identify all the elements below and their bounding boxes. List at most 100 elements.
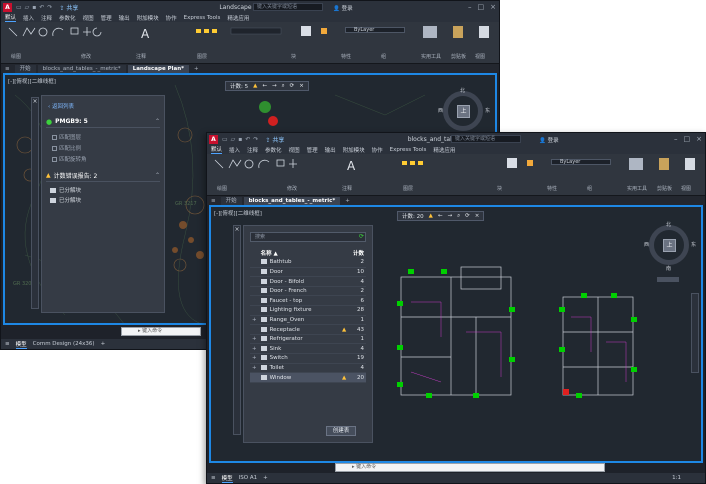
file-tab[interactable]: blocks_and_tables_-_metric* [243, 196, 341, 205]
layout-tab[interactable]: 模型 [221, 474, 233, 483]
viewport-label[interactable]: [-][俯视][二维线框] [214, 209, 262, 217]
palette-search-input[interactable]: 搜索 [250, 232, 366, 242]
palette-side-bar[interactable]: × [31, 97, 39, 309]
ribbon-tab[interactable]: 协作 [166, 14, 177, 22]
layout-tab[interactable]: ISO A1 [239, 475, 257, 481]
menu-icon[interactable]: ≡ [211, 198, 216, 204]
table-row[interactable]: + Range_Oven 1 [250, 315, 366, 326]
viewport-label[interactable]: [-][俯视][二维线框] [8, 77, 56, 85]
autocad-logo-icon[interactable]: A [3, 2, 12, 12]
ribbon-group-label[interactable]: 组 [587, 185, 592, 192]
ribbon-tab[interactable]: 视图 [83, 14, 94, 22]
ribbon-tab[interactable]: 附加模块 [343, 146, 365, 154]
ribbon-tab[interactable]: 默认 [5, 13, 17, 22]
ribbon-group-label[interactable]: 修改 [287, 185, 297, 192]
warning-icon[interactable]: ▲ [253, 83, 257, 89]
layer-dropdown[interactable]: ByLayer [345, 27, 405, 33]
match-option[interactable]: 匹配旋转角 [52, 155, 87, 166]
refresh-icon[interactable]: ⟳ [290, 83, 295, 89]
view-cube[interactable]: 上 [649, 225, 689, 265]
file-tab[interactable]: blocks_and_tables_-_metric* [37, 64, 126, 73]
minimize-icon[interactable]: – [468, 3, 472, 11]
ribbon-group-label[interactable]: 特性 [341, 53, 351, 60]
table-row[interactable]: Door - Bifold 4 [250, 276, 366, 287]
ribbon-group-label[interactable]: 实用工具 [627, 185, 647, 192]
compass-north[interactable]: 北 [666, 221, 671, 228]
new-layout-icon[interactable]: + [101, 341, 106, 347]
column-header-name[interactable]: 名称 ▲ [259, 248, 340, 258]
login-button[interactable]: 👤 登录 [333, 4, 353, 12]
ribbon-group-label[interactable]: 实用工具 [421, 53, 441, 60]
view-cube-top[interactable]: 上 [663, 239, 676, 252]
minimize-icon[interactable]: – [674, 135, 678, 143]
close-icon[interactable]: × [696, 135, 702, 143]
ribbon-group-label[interactable]: 视图 [681, 185, 691, 192]
zoom-icon[interactable]: ⌕ [457, 213, 460, 220]
table-row[interactable]: Lighting fixture 28 [250, 305, 366, 316]
table-row[interactable]: Window ▲ 20 [250, 372, 366, 383]
menu-icon[interactable]: ≡ [5, 341, 10, 347]
undo-icon[interactable]: ↶ [245, 136, 250, 143]
undo-icon[interactable]: ↶ [39, 4, 44, 11]
ribbon-tab[interactable]: 附加模块 [137, 14, 159, 22]
view-cube-top[interactable]: 上 [457, 105, 470, 118]
prev-arrow-icon[interactable]: ← [438, 213, 443, 219]
ribbon-tab[interactable]: 协作 [372, 146, 383, 154]
command-line-input[interactable]: ▸ 键入命令 [335, 463, 605, 472]
open-icon[interactable]: ▱ [25, 4, 30, 11]
ribbon-tab[interactable]: Express Tools [184, 15, 221, 21]
table-row[interactable]: + Sink 4 [250, 343, 366, 355]
save-icon[interactable]: ▪ [238, 136, 242, 143]
ribbon-tab[interactable]: Express Tools [390, 147, 427, 153]
search-input[interactable]: 键入关键字或短语 [451, 135, 521, 143]
table-row[interactable]: Bathtub 2 [250, 257, 366, 268]
table-row[interactable]: Faucet - top 6 [250, 295, 366, 307]
issue-item[interactable]: 已分解块 [50, 196, 81, 206]
warning-icon[interactable]: ▲ [342, 375, 346, 381]
table-row[interactable]: Receptacle ▲ 43 [250, 324, 366, 335]
redo-icon[interactable]: ↷ [47, 4, 52, 11]
issue-item[interactable]: 已分解块 [50, 186, 81, 196]
ribbon-group-label[interactable]: 绘图 [11, 53, 21, 60]
back-to-list-link[interactable]: ‹ 返回列表 [48, 102, 74, 110]
refresh-icon[interactable]: ⟳ [465, 213, 470, 219]
ribbon-group-label[interactable]: 块 [291, 53, 296, 60]
compass-west[interactable]: 西 [644, 241, 649, 248]
ribbon-tab[interactable]: 参数化 [265, 146, 282, 154]
ribbon-tab[interactable]: 精选应用 [433, 146, 455, 154]
ribbon-group-label[interactable]: 特性 [547, 185, 557, 192]
expand-icon[interactable]: + [252, 365, 257, 371]
expand-icon[interactable]: + [252, 346, 257, 352]
expand-icon[interactable]: + [252, 317, 257, 323]
compass-east[interactable]: 东 [485, 107, 490, 114]
ribbon-group-label[interactable]: 块 [497, 185, 502, 192]
wcs-dropdown[interactable] [657, 277, 679, 282]
navigation-bar[interactable] [691, 293, 699, 373]
file-tab[interactable]: 开始 [14, 64, 36, 73]
ribbon-tab[interactable]: 输出 [325, 146, 336, 154]
warning-icon[interactable]: ▲ [342, 327, 346, 333]
ribbon-tab[interactable]: 插入 [23, 14, 34, 22]
next-arrow-icon[interactable]: → [272, 83, 277, 89]
zoom-icon[interactable]: ⌕ [282, 83, 285, 90]
ribbon-group-label[interactable]: 图层 [403, 185, 413, 192]
ribbon-group-label[interactable]: 剪贴板 [657, 185, 672, 192]
layout-tab[interactable]: 模型 [15, 340, 27, 349]
table-row[interactable]: + Toilet 4 [250, 363, 366, 374]
ribbon-group-label[interactable]: 图层 [197, 53, 207, 60]
column-header-count[interactable]: 计数 [350, 248, 366, 258]
close-icon[interactable]: × [234, 226, 240, 233]
compass-north[interactable]: 北 [460, 87, 465, 94]
ribbon-tab[interactable]: 视图 [289, 146, 300, 154]
file-tab[interactable]: 开始 [220, 196, 242, 205]
match-option[interactable]: 匹配比例 [52, 144, 87, 155]
table-row[interactable]: + Refrigerator 1 [250, 334, 366, 345]
compass-south[interactable]: 南 [666, 265, 671, 272]
warning-icon[interactable]: ▲ [429, 213, 433, 219]
ribbon-tab[interactable]: 注释 [247, 146, 258, 154]
annotation-scale[interactable]: 1:1 [672, 475, 681, 481]
prev-arrow-icon[interactable]: ← [262, 83, 267, 89]
close-icon[interactable]: × [32, 98, 38, 105]
save-icon[interactable]: ▪ [32, 4, 36, 11]
menu-icon[interactable]: ≡ [211, 475, 216, 481]
